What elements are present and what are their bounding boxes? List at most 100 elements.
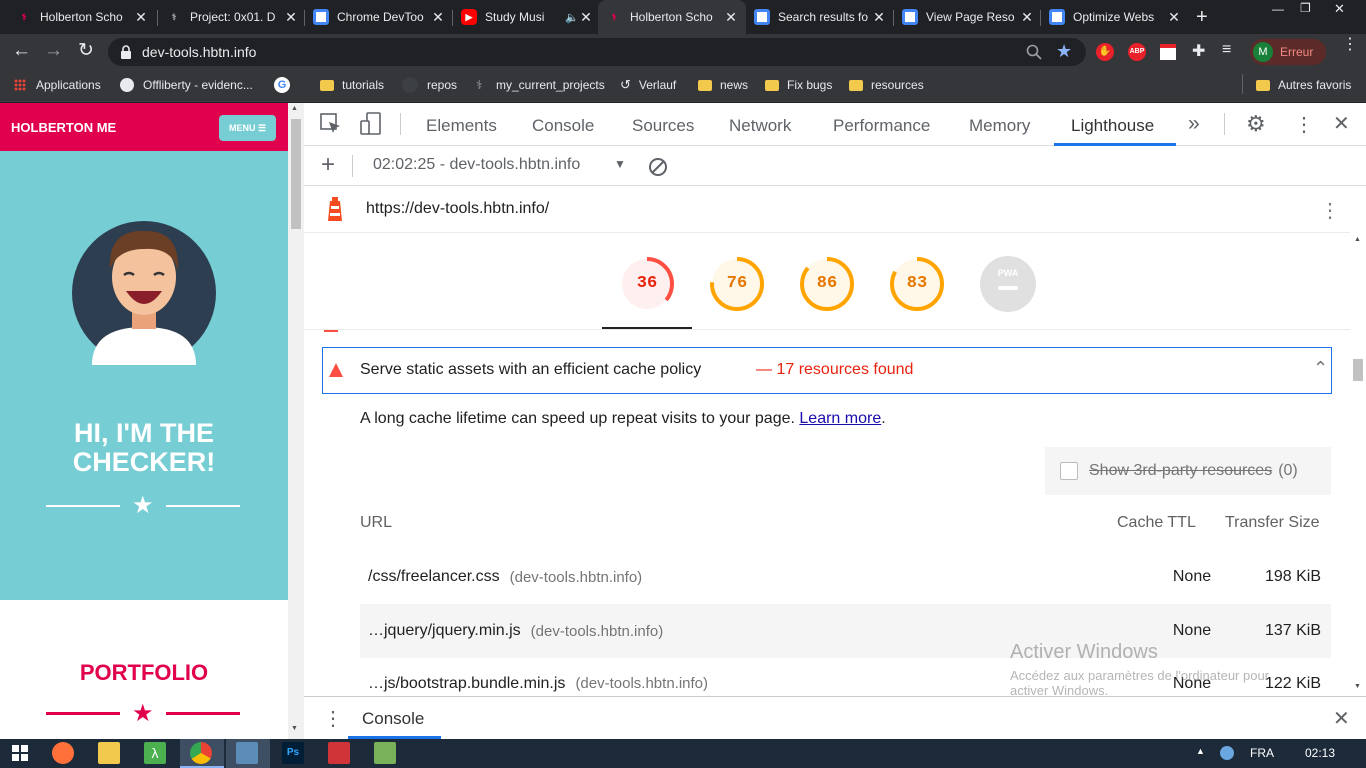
clear-reports-icon[interactable] bbox=[648, 157, 668, 177]
third-party-checkbox[interactable] bbox=[1060, 462, 1078, 480]
score-gauge-accessibility[interactable]: 76 bbox=[709, 256, 765, 312]
site-brand[interactable]: HOLBERTON ME bbox=[11, 120, 116, 135]
tab-lighthouse[interactable]: Lighthouse bbox=[1071, 116, 1154, 136]
score-gauge-pwa[interactable]: PWA bbox=[980, 256, 1036, 312]
scroll-down-icon[interactable]: ▼ bbox=[1354, 683, 1361, 690]
bookmark-applications[interactable]: Applications bbox=[14, 76, 101, 94]
reload-icon[interactable]: ↻ bbox=[78, 39, 94, 62]
browser-tab[interactable]: ▶ Study Musi 🔈 ✕ bbox=[453, 0, 601, 34]
photoshop-icon[interactable]: Ps bbox=[282, 742, 304, 764]
adblock-plus-icon[interactable]: ABP bbox=[1128, 43, 1146, 61]
close-window-icon[interactable]: ✕ bbox=[1334, 1, 1345, 17]
close-tab-icon[interactable]: ✕ bbox=[579, 9, 593, 26]
bookmark-my-current-projects[interactable]: ⚕ my_current_projects bbox=[476, 76, 605, 94]
scroll-up-icon[interactable]: ▲ bbox=[291, 105, 298, 112]
browser-tab[interactable]: Search results fo ✕ bbox=[746, 0, 894, 34]
customize-menu-icon[interactable]: ⋮ bbox=[1294, 112, 1314, 137]
tab-performance[interactable]: Performance bbox=[833, 116, 930, 136]
table-row[interactable]: …js/bootstrap.bundle.min.js (dev-tools.h… bbox=[360, 658, 1331, 696]
bookmark-star-icon[interactable]: ★ bbox=[1056, 41, 1072, 62]
scroll-up-icon[interactable]: ▲ bbox=[1354, 236, 1361, 243]
close-tab-icon[interactable]: ✕ bbox=[284, 9, 298, 26]
table-row[interactable]: /css/freelancer.css (dev-tools.hbtn.info… bbox=[360, 550, 1331, 604]
tab-elements[interactable]: Elements bbox=[426, 116, 497, 136]
third-party-filter[interactable]: Show 3rd-party resources (0) bbox=[1045, 447, 1331, 495]
audio-playing-icon[interactable]: 🔈 bbox=[565, 11, 579, 24]
browser-tab[interactable]: ⚕ Holberton Scho ✕ bbox=[8, 0, 156, 34]
app-icon[interactable] bbox=[236, 742, 258, 764]
restore-window-icon[interactable]: ❐ bbox=[1300, 1, 1311, 15]
scroll-down-icon[interactable]: ▼ bbox=[291, 725, 298, 732]
scrollbar-thumb[interactable] bbox=[1353, 359, 1363, 381]
close-drawer-icon[interactable]: ✕ bbox=[1333, 706, 1350, 731]
omnibox[interactable]: dev-tools.hbtn.info ★ bbox=[108, 38, 1086, 66]
utorrent-icon[interactable] bbox=[374, 742, 396, 764]
chevron-down-icon[interactable]: ▼ bbox=[614, 157, 626, 171]
report-url[interactable]: https://dev-tools.hbtn.info/ bbox=[366, 200, 549, 218]
score-gauge-best-practices[interactable]: 86 bbox=[799, 256, 855, 312]
file-explorer-icon[interactable] bbox=[98, 742, 120, 764]
zoom-icon[interactable] bbox=[1026, 44, 1042, 60]
scrollbar-thumb[interactable] bbox=[291, 119, 301, 229]
tab-memory[interactable]: Memory bbox=[969, 116, 1030, 136]
table-row[interactable]: …jquery/jquery.min.js (dev-tools.hbtn.in… bbox=[360, 604, 1331, 658]
chevron-up-icon[interactable]: ⌃ bbox=[1313, 358, 1328, 379]
bookmark-tutorials[interactable]: tutorials bbox=[320, 76, 384, 94]
bookmark-repos[interactable]: repos bbox=[402, 76, 457, 94]
more-tabs-icon[interactable]: » bbox=[1188, 112, 1200, 136]
device-toolbar-icon[interactable] bbox=[360, 112, 382, 136]
tray-weather-icon[interactable] bbox=[1220, 746, 1234, 760]
close-tab-icon[interactable]: ✕ bbox=[134, 9, 148, 26]
minimize-window-icon[interactable]: — bbox=[1272, 2, 1284, 16]
bookmark-other[interactable]: Autres favoris bbox=[1256, 76, 1351, 94]
score-gauge-performance[interactable]: 36 bbox=[619, 256, 675, 312]
tab-console[interactable]: Console bbox=[532, 116, 594, 136]
url-text[interactable]: dev-tools.hbtn.info bbox=[142, 44, 256, 60]
browser-tab[interactable]: ⚕ Project: 0x01. D ✕ bbox=[158, 0, 306, 34]
bookmark-offliberty[interactable]: Offliberty - evidenc... bbox=[120, 76, 253, 94]
browser-tab[interactable]: Optimize Webs ✕ bbox=[1041, 0, 1189, 34]
new-report-icon[interactable]: + bbox=[321, 151, 335, 179]
bookmark-resources[interactable]: resources bbox=[849, 76, 924, 94]
new-tab-icon[interactable]: + bbox=[1196, 6, 1208, 29]
report-scrollbar[interactable]: ▲ ▼ bbox=[1350, 233, 1366, 696]
learn-more-link[interactable]: Learn more bbox=[799, 410, 881, 427]
clock[interactable]: 02:13 bbox=[1305, 746, 1335, 760]
snipping-tool-icon[interactable] bbox=[328, 742, 350, 764]
extension-calendar-icon[interactable] bbox=[1160, 44, 1176, 60]
drawer-tab-console[interactable]: Console bbox=[362, 709, 424, 729]
windows-start-icon[interactable] bbox=[12, 745, 28, 761]
bookmark-fix-bugs[interactable]: Fix bugs bbox=[765, 76, 832, 94]
close-tab-icon[interactable]: ✕ bbox=[1020, 9, 1034, 26]
report-menu-icon[interactable]: ⋮ bbox=[1320, 198, 1340, 223]
chrome-icon[interactable] bbox=[190, 742, 212, 764]
bookmark-google[interactable]: G bbox=[274, 76, 290, 94]
report-select[interactable]: 02:02:25 - dev-tools.hbtn.info bbox=[373, 156, 580, 174]
media-controls-icon[interactable]: ≡ bbox=[1222, 41, 1231, 59]
drawer-menu-icon[interactable]: ⋮ bbox=[323, 706, 343, 731]
browser-menu-icon[interactable]: ⋮ bbox=[1342, 37, 1358, 53]
inspect-element-icon[interactable] bbox=[320, 113, 342, 135]
menu-button[interactable]: MENU ☰ bbox=[219, 115, 276, 141]
settings-gear-icon[interactable]: ⚙ bbox=[1246, 111, 1266, 137]
close-devtools-icon[interactable]: ✕ bbox=[1333, 111, 1350, 136]
browser-tab-active[interactable]: ⚕ Holberton Scho ✕ bbox=[598, 0, 746, 34]
bookmark-verlauf[interactable]: ↺ Verlauf bbox=[620, 76, 676, 94]
tab-sources[interactable]: Sources bbox=[632, 116, 694, 136]
lambda-app-icon[interactable]: λ bbox=[144, 742, 166, 764]
extension-icon[interactable]: ✋ bbox=[1096, 43, 1114, 61]
firefox-icon[interactable] bbox=[52, 742, 74, 764]
bookmark-news[interactable]: news bbox=[698, 76, 748, 94]
audit-header[interactable]: Serve static assets with an efficient ca… bbox=[322, 347, 1332, 394]
browser-tab[interactable]: View Page Reso ✕ bbox=[894, 0, 1042, 34]
language-indicator[interactable]: FRA bbox=[1250, 746, 1274, 760]
close-tab-icon[interactable]: ✕ bbox=[872, 9, 886, 26]
close-tab-icon[interactable]: ✕ bbox=[1167, 9, 1181, 26]
browser-tab[interactable]: Chrome DevToo ✕ bbox=[305, 0, 453, 34]
close-tab-icon[interactable]: ✕ bbox=[431, 9, 445, 26]
forward-icon[interactable]: → bbox=[44, 40, 63, 62]
extensions-puzzle-icon[interactable]: ✚ bbox=[1192, 41, 1205, 61]
close-tab-icon[interactable]: ✕ bbox=[724, 9, 738, 26]
score-gauge-seo[interactable]: 83 bbox=[889, 256, 945, 312]
tray-chevron-up-icon[interactable]: ▲ bbox=[1196, 746, 1205, 756]
